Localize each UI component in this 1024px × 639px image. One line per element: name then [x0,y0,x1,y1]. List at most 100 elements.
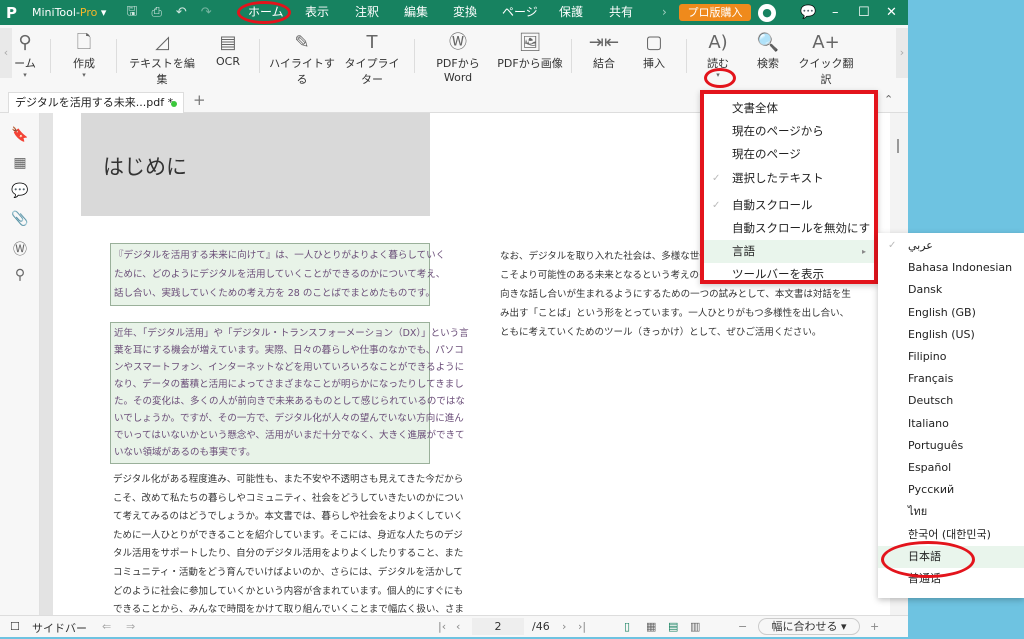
highlighted-paragraph-2[interactable]: 近年、「デジタル活用」や「デジタル・トランスフォーメーション（DX）」という言葉… [110,322,469,464]
chevron-down-icon: ▾ [82,71,86,79]
language-option[interactable]: ไทย [878,501,1024,523]
continuous-view-icon[interactable]: ▤ [668,620,678,633]
zoom-out-icon[interactable]: − [738,620,747,633]
text-line: デジタル化がある程度進み、可能性も、また不安や不透明さも見えてきた今だから [113,474,464,485]
sidebar-toggle-label[interactable]: サイドバー [32,620,87,636]
single-page-view-icon[interactable]: ▯ [624,620,630,633]
read-menu-item[interactable]: 自動スクロールを無効にする [704,217,874,258]
menu-more-icon[interactable]: › [662,0,667,25]
read-menu-item[interactable]: 言語 ▸ [704,240,874,264]
sidebar-toggle-icon[interactable]: ☐ [10,620,20,633]
maximize-icon[interactable]: ☐ [858,0,870,25]
attachment-icon[interactable]: 📎 [11,211,29,229]
menu-protect[interactable]: 保護 [559,0,583,25]
read-menu-item[interactable]: 現在のページ [704,143,874,166]
close-icon[interactable]: ✕ [886,0,897,25]
language-option[interactable]: ✓ عربي [878,235,1024,257]
app-name[interactable]: MiniTool-Pro ▾ [32,6,106,19]
language-option[interactable]: Italiano [878,413,1024,435]
minimize-icon[interactable]: – [832,0,839,25]
new-tab-icon[interactable]: + [193,91,206,109]
menu-view[interactable]: 表示 [305,0,329,25]
tool-merge[interactable]: ⇥⇤ 結合 [586,31,622,71]
scrollbar-thumb[interactable] [897,139,899,153]
tool-zoom[interactable]: ⚲ ーム ▾ [10,31,40,79]
menu-convert[interactable]: 変換 [453,0,477,25]
feedback-icon[interactable]: 💬 [800,0,816,25]
back-icon[interactable]: ⇐ [102,620,111,633]
page-number-input[interactable]: 2 [472,618,524,635]
read-aloud-icon: A) [708,32,728,53]
bookmark-icon[interactable]: 🔖 [11,127,29,145]
highlight-icon: ✎ [294,32,310,53]
language-option[interactable]: Bahasa Indonesian [878,257,1024,279]
app-name-text: MiniTool- [32,6,80,19]
last-page-icon[interactable]: ›| [578,620,586,633]
two-page-view-icon[interactable]: ▦ [646,620,656,633]
read-menu-item[interactable]: 文書全体 [704,97,874,120]
tool-highlight[interactable]: ✎ハイライトする▾ [268,31,336,95]
print-icon[interactable]: ⎙ [151,5,161,20]
divider [259,39,260,73]
undo-icon[interactable]: ↶ [176,5,187,20]
tool-quick-translate[interactable]: A+ クイック翻訳 [794,31,858,87]
menu-item-label: 現在のページ [732,147,801,162]
thumbnails-icon[interactable]: ▦ [11,155,29,173]
comment-icon[interactable]: 💬 [11,183,29,201]
language-option[interactable]: 한국어 (대한민국) [878,524,1024,546]
prev-page-icon[interactable]: ‹ [456,620,460,633]
language-label: Filipino [908,350,947,363]
read-menu-item[interactable]: ✓ 選択したテキスト [704,167,874,190]
menu-page[interactable]: ページ [502,0,538,25]
language-option[interactable]: Русский [878,479,1024,501]
zoom-select[interactable]: 幅に合わせる ▾ [758,618,860,635]
text-line: た。その変化は、多くの人が前向きで未来あるものとして感じられているのではな [114,396,465,407]
tool-typewriter[interactable]: T タイプライター [340,31,404,87]
next-page-icon[interactable]: › [562,620,566,633]
menu-share[interactable]: 共有 [609,0,633,25]
document-tab[interactable]: デジタルを活用する未来...pdf * [8,92,184,114]
language-option[interactable]: Français [878,368,1024,390]
forward-icon[interactable]: ⇒ [126,620,135,633]
search-icon[interactable]: ⚲ [11,267,29,285]
language-option[interactable]: Filipino [878,346,1024,368]
read-menu-item[interactable]: ツールバーを表示 [704,263,874,286]
annotation-circle-japanese [881,541,975,578]
text-line: ンやスマートフォン、インターネットなどを用いていろいろなことができるように [114,362,465,373]
word-icon[interactable]: Ⓦ [11,239,29,258]
total-pages: /46 [532,620,550,633]
tool-create[interactable]: 🗋 作成 ▾ [64,31,104,79]
page-heading: はじめに [103,155,187,179]
tool-label: タイプライター [344,57,400,86]
redo-icon[interactable]: ↷ [201,5,212,20]
buy-pro-button[interactable]: プロ版購入 [679,4,751,21]
first-page-icon[interactable]: |‹ [438,620,446,633]
tool-pdf-to-word[interactable]: Ⓦ PDFからWord [424,31,492,84]
menu-annotate[interactable]: 注釈 [355,0,379,25]
tool-insert[interactable]: ▢ 挿入 [636,31,672,71]
language-option[interactable]: Deutsch [878,390,1024,412]
language-option[interactable]: English (GB) [878,302,1024,324]
tool-search[interactable]: 🔍 検索 [750,31,786,71]
language-option[interactable]: Dansk [878,279,1024,301]
tool-ocr[interactable]: ▤ OCR [210,31,246,68]
save-icon[interactable]: 🖫 [126,2,137,24]
read-menu-item[interactable]: ✓ 自動スクロール [704,194,874,217]
highlighted-paragraph-1[interactable]: 『デジタルを活用する未来に向けて』は、一人ひとりがよりよく暮らしていく ために、ど… [110,243,445,306]
pdf-to-image-icon: 🖼 [518,32,542,53]
zoom-in-icon[interactable]: + [870,620,879,633]
tool-pdf-to-image[interactable]: 🖼 PDFから画像 [496,31,564,71]
language-option[interactable]: English (US) [878,324,1024,346]
collapse-ribbon-icon[interactable]: ⌃ [884,93,893,106]
language-option[interactable]: Português [878,435,1024,457]
spread-view-icon[interactable]: ▥ [690,620,700,633]
menu-edit[interactable]: 編集 [404,0,428,25]
language-option[interactable]: Español [878,457,1024,479]
user-avatar-icon[interactable]: ● [758,4,776,22]
pdf-to-word-icon: Ⓦ [449,32,467,53]
read-menu-item[interactable]: 現在のページから [704,120,874,143]
tool-edit-text[interactable]: ◿テキストを編集▾ [124,31,200,95]
language-label: Bahasa Indonesian [908,261,1013,275]
tool-label: クイック翻訳 [798,57,854,86]
ribbon-scroll-right[interactable]: › [896,28,908,78]
